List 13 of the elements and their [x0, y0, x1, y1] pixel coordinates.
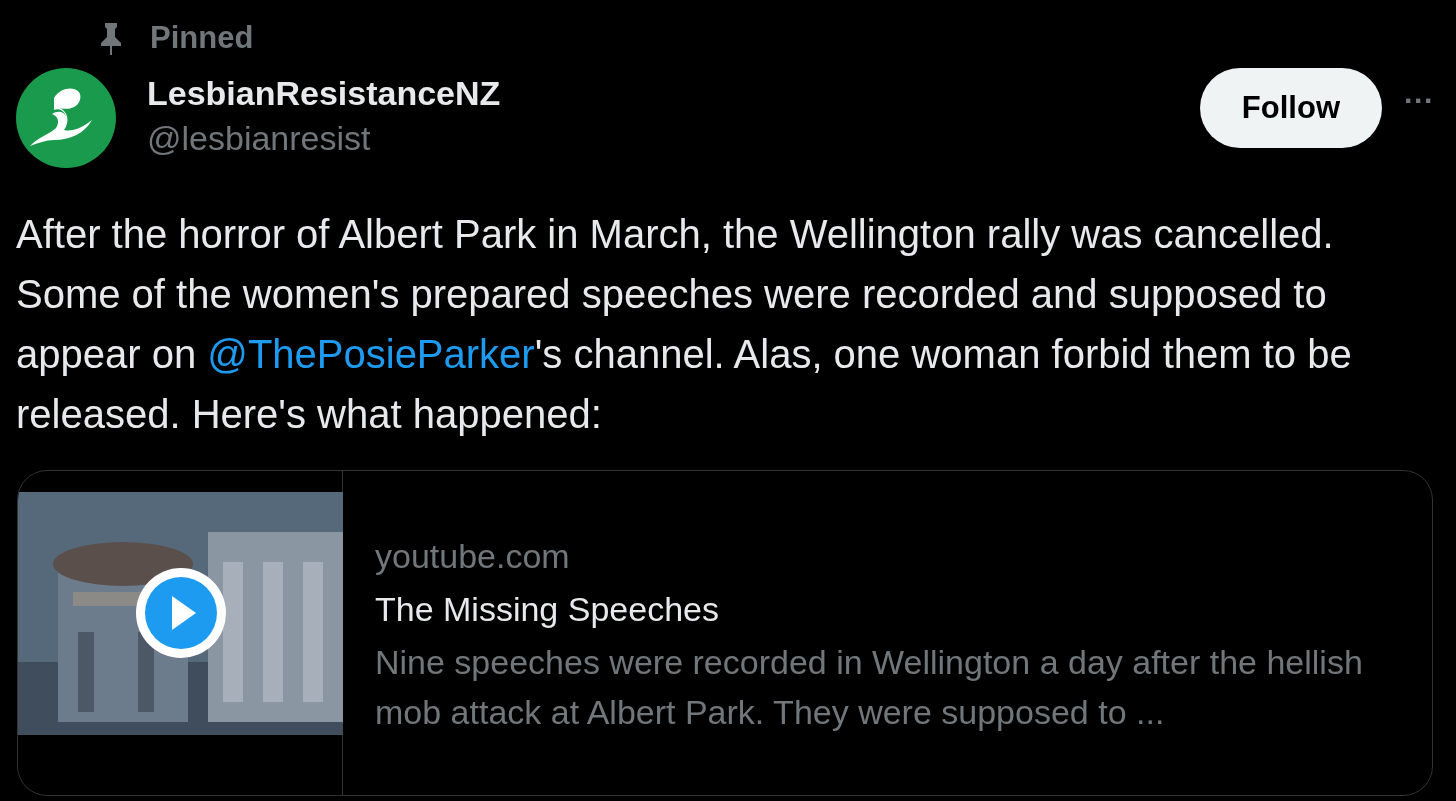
link-domain: youtube.com [375, 536, 571, 577]
author-handle[interactable]: @lesbianresist [147, 114, 501, 162]
follow-button[interactable]: Follow [1199, 68, 1382, 148]
link-description: Nine speeches were recorded in Wellington a day after the hellish mob attack at Albert Park. They were supposed to ... [375, 642, 1364, 733]
play-icon[interactable] [136, 567, 226, 658]
mention-link[interactable]: @ThePosieParker [207, 332, 535, 376]
author-name[interactable]: LesbianResistanceNZ [147, 72, 501, 114]
link-card[interactable]: youtube.com The Missing Speeches Nine speeches were recorded in Wellington a day after the hellish mob attack at Albert Park. They were supposed to ... [17, 470, 1433, 796]
tweet-text: After the horror of Albert Park in March, the Wellington rally was cancelled. Some of the women's prepared speeches were recorded and supposed to appear on @ThePosieParker's channel. Alas, one woman forbid them to be released. Here's what happened: [16, 211, 1353, 438]
more-button[interactable]: ··· [1404, 86, 1434, 116]
link-title: The Missing Speeches [375, 589, 720, 630]
avatar-logo[interactable] [16, 68, 116, 168]
pinned-label: Pinned [150, 18, 254, 57]
